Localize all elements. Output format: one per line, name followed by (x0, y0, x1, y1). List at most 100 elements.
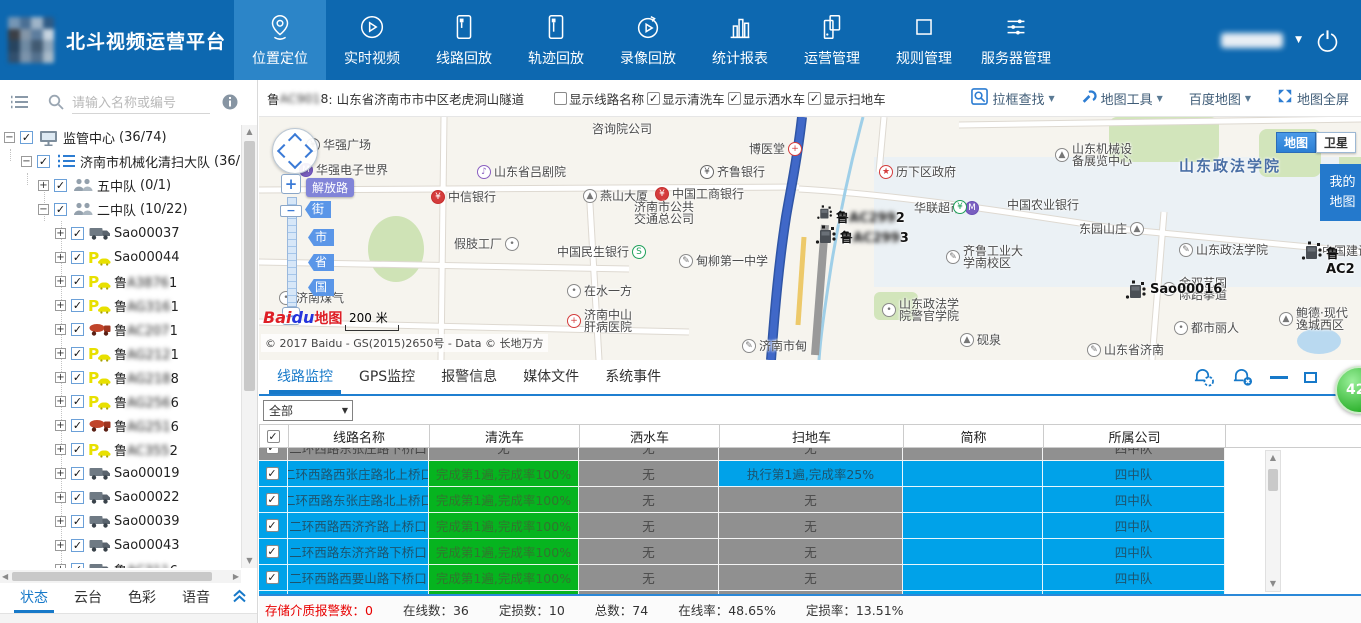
tree-checkbox[interactable]: ✓ (71, 443, 84, 456)
nav-item-6[interactable]: 运营管理 (786, 0, 878, 80)
tree-checkbox[interactable]: ✓ (71, 395, 84, 408)
map-option-checkbox[interactable]: ✓ 显示清洗车 (647, 89, 725, 108)
column-header-2[interactable]: 洒水车 (580, 425, 720, 447)
panel-tab-2[interactable]: 报警信息 (433, 366, 505, 394)
vehicle-marker[interactable]: 鲁AC2 (1299, 241, 1361, 277)
panel-tab-3[interactable]: 媒体文件 (515, 366, 587, 394)
logout-power-icon[interactable] (1314, 27, 1341, 54)
expand-icon[interactable]: + (55, 420, 66, 431)
map-type-0[interactable]: 地图 (1276, 132, 1316, 153)
nav-item-2[interactable]: 线路回放 (418, 0, 510, 80)
expand-icon[interactable]: + (55, 396, 66, 407)
alarm-refresh-icon[interactable] (1192, 367, 1215, 388)
map-pan-control[interactable] (272, 128, 318, 174)
tree-item[interactable]: + ✓ Sao00037 (0, 221, 241, 245)
expand-icon[interactable]: + (55, 348, 66, 359)
scroll-right-icon[interactable]: ▶ (233, 570, 239, 583)
nav-item-0[interactable]: 位置定位 (234, 0, 326, 80)
info-icon[interactable] (222, 94, 238, 114)
table-vertical-scrollbar[interactable]: ▲ ▼ (1265, 450, 1281, 592)
tree-checkbox[interactable]: ✓ (71, 419, 84, 432)
zoom-in-button[interactable]: + (281, 174, 301, 194)
map-option-checkbox[interactable]: 显示线路名称 (554, 89, 644, 108)
nav-item-4[interactable]: 录像回放 (602, 0, 694, 80)
column-header-0[interactable]: 线路名称 (289, 425, 430, 447)
expand-icon[interactable]: + (55, 324, 66, 335)
row-checkbox[interactable]: ✓ (266, 545, 279, 558)
map-control-1[interactable]: 地图工具 ▼ (1081, 88, 1163, 108)
my-map-button[interactable]: 我的地图 (1320, 164, 1361, 221)
table-row[interactable]: ✓ 二环西路西济齐路上桥口 完成第1遍,完成率100%无无四中队 (259, 513, 1225, 539)
tree-checkbox[interactable]: ✓ (71, 299, 84, 312)
expand-icon[interactable]: + (55, 468, 66, 479)
nav-item-5[interactable]: 统计报表 (694, 0, 786, 80)
expand-icon[interactable]: + (55, 444, 66, 455)
tree-checkbox[interactable]: ✓ (71, 539, 84, 552)
checkbox[interactable]: ✓ (808, 92, 821, 105)
tree-checkbox[interactable]: ✓ (71, 491, 84, 504)
sidebar-tab-2[interactable]: 色彩 (122, 587, 162, 613)
column-header-3[interactable]: 扫地车 (720, 425, 904, 447)
tree-item[interactable]: + ✓ 鲁AC2071 (0, 317, 241, 341)
expand-icon[interactable]: + (55, 300, 66, 311)
checkbox[interactable] (554, 92, 567, 105)
vehicle-marker[interactable]: Sao00016 (1123, 280, 1222, 304)
tree-item[interactable]: + ✓ P 鲁AC3552 (0, 437, 241, 461)
expand-icon[interactable]: + (55, 228, 66, 239)
tree-checkbox[interactable]: ✓ (71, 251, 84, 264)
tree-item[interactable]: + ✓ 鲁AG2516 (0, 413, 241, 437)
panel-tab-4[interactable]: 系统事件 (597, 366, 669, 394)
vehicle-marker[interactable]: 鲁AC2993 (813, 225, 909, 249)
scroll-left-icon[interactable]: ◀ (2, 570, 8, 583)
column-header-1[interactable]: 清洗车 (430, 425, 580, 447)
row-checkbox[interactable]: ✓ (266, 448, 279, 454)
sidebar-tab-1[interactable]: 云台 (68, 587, 108, 613)
tree-checkbox[interactable]: ✓ (71, 227, 84, 240)
tree-item[interactable]: − ✓ 二中队 (10/22) (0, 197, 241, 221)
scrollbar-thumb[interactable] (12, 572, 212, 581)
tree-checkbox[interactable]: ✓ (71, 467, 84, 480)
checkbox[interactable]: ✓ (647, 92, 660, 105)
column-header-5[interactable]: 所属公司 (1044, 425, 1226, 447)
checkbox[interactable]: ✓ (728, 92, 741, 105)
tree-item[interactable]: + ✓ Sao00019 (0, 461, 241, 485)
sidebar-tab-0[interactable]: 状态 (14, 587, 54, 613)
search-input[interactable] (72, 94, 210, 114)
nav-item-8[interactable]: 服务器管理 (970, 0, 1062, 80)
tree-item[interactable]: + ✓ P 鲁AG3161 (0, 293, 241, 317)
row-checkbox[interactable]: ✓ (266, 467, 279, 480)
map-type-1[interactable]: 卫星 (1316, 132, 1356, 153)
collapse-icon[interactable]: − (38, 204, 49, 215)
tree-item[interactable]: + ✓ Sao00022 (0, 485, 241, 509)
row-checkbox[interactable]: ✓ (266, 493, 279, 506)
table-row[interactable]: ✓ 二环西路东张庄路北上桥口 完成第1遍,完成率100%无无四中队 (259, 487, 1225, 513)
scroll-down-icon[interactable]: ▼ (1266, 577, 1280, 591)
zoom-slider-handle[interactable]: − (280, 205, 302, 217)
tree-item[interactable]: + ✓ P Sao00044 (0, 245, 241, 269)
select-all-checkbox[interactable]: ✓ (267, 430, 280, 443)
table-row[interactable]: ✓ 二环西路西张庄路北上桥口 完成第1遍,完成率100%无执行第1遍,完成率25… (259, 461, 1225, 487)
minimize-panel-icon[interactable] (1270, 376, 1288, 379)
chevron-double-up-icon[interactable] (232, 589, 247, 613)
expand-icon[interactable]: + (38, 180, 49, 191)
tree-item[interactable]: + ✓ P 鲁AG2121 (0, 341, 241, 365)
expand-icon[interactable]: + (55, 372, 66, 383)
tree-checkbox[interactable]: ✓ (71, 323, 84, 336)
tree-checkbox[interactable]: ✓ (20, 131, 33, 144)
tree-item[interactable]: + ✓ Sao00043 (0, 533, 241, 557)
scroll-down-icon[interactable]: ▼ (242, 554, 257, 568)
table-row[interactable]: ✓ 二环西路西要山路下桥口 完成第1遍,完成率100%无无四中队 (259, 565, 1225, 591)
panel-tab-0[interactable]: 线路监控 (269, 366, 341, 394)
table-row[interactable]: ✓ 二环西路东济齐路下桥口 完成第1遍,完成率100%无无四中队 (259, 539, 1225, 565)
baidu-map[interactable]: 咨询院公司¥华强广场M华强电子世界♪山东省吕剧院¥中信银行▲燕山大厦假肢工厂•中… (259, 117, 1361, 360)
tree-vertical-scrollbar[interactable]: ▲ ▼ (241, 125, 257, 568)
tree-item[interactable]: − ✓ 监管中心 (36/74) (0, 125, 241, 149)
table-row[interactable]: ✓ 二环西路东张庄路下桥口 无无无四中队 (259, 448, 1225, 461)
map-option-checkbox[interactable]: ✓ 显示扫地车 (808, 89, 886, 108)
vehicle-marker[interactable]: 鲁AC2992 (815, 205, 905, 226)
tree-item[interactable]: + ✓ P 鲁AG2566 (0, 389, 241, 413)
scrollbar-thumb[interactable] (1268, 469, 1278, 491)
tree-item[interactable]: + ✓ P 鲁A38761 (0, 269, 241, 293)
collapse-icon[interactable]: − (4, 132, 15, 143)
tree-checkbox[interactable]: ✓ (71, 347, 84, 360)
